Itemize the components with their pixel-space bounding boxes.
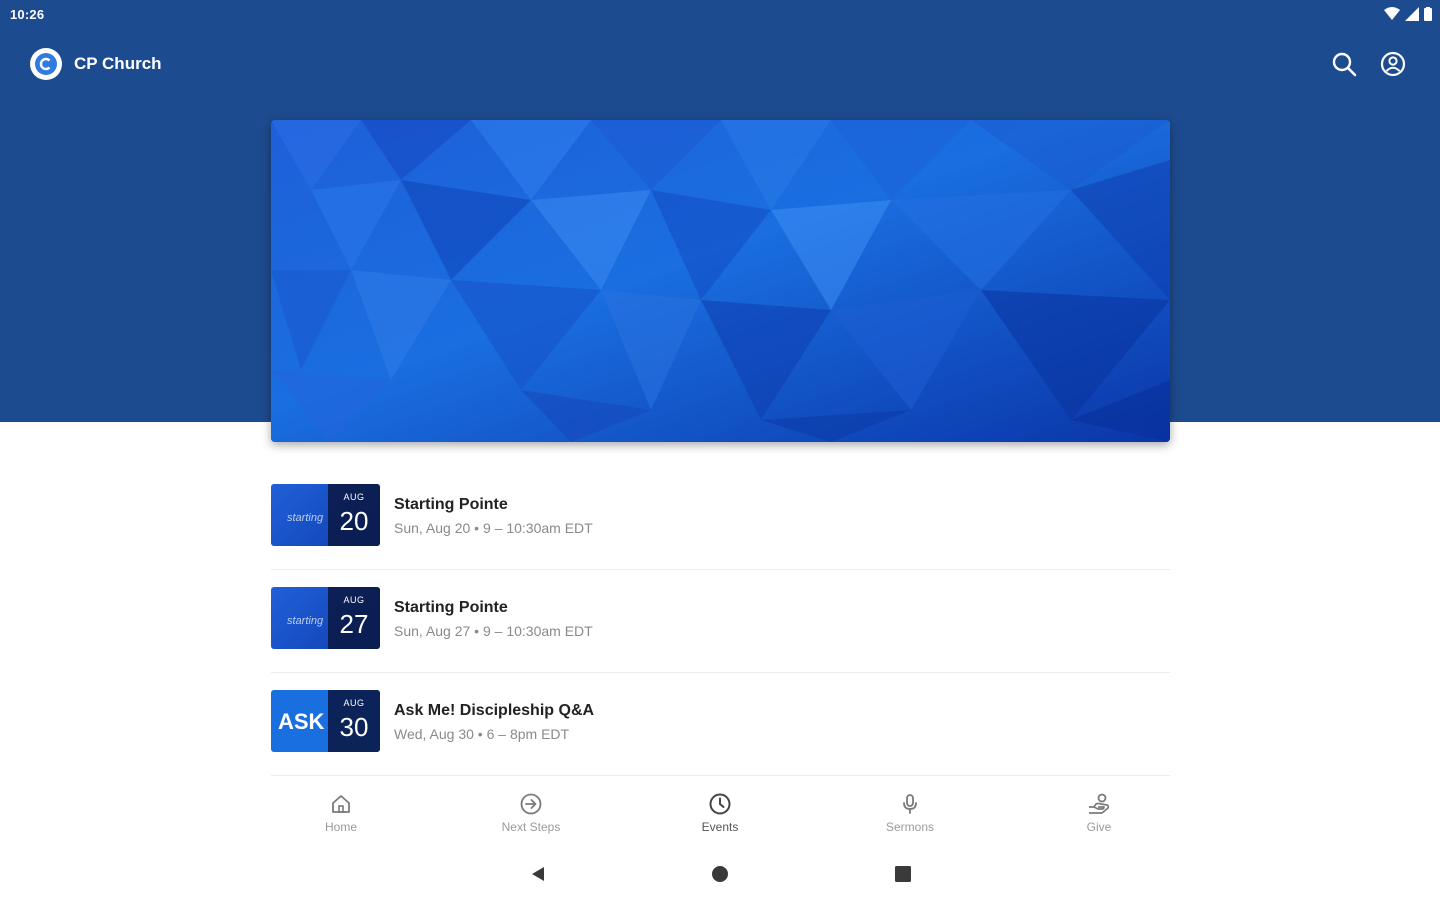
home-circle-icon: [712, 866, 728, 882]
event-row[interactable]: starting AUG 27 Starting Pointe Sun, Aug…: [271, 570, 1170, 673]
thumbnail-month: AUG: [343, 492, 365, 502]
back-triangle-icon: [532, 867, 544, 881]
status-time: 10:26: [10, 7, 45, 22]
nav-give[interactable]: Give: [1054, 792, 1144, 834]
event-datetime: Wed, Aug 30 • 6 – 8pm EDT: [394, 726, 570, 742]
nav-next-steps[interactable]: Next Steps: [486, 792, 576, 834]
thumbnail-word: starting: [287, 512, 324, 524]
nav-home[interactable]: Home: [296, 792, 386, 834]
event-list: starting AUG 20 Starting Pointe Sun, Aug…: [271, 467, 1170, 776]
thumbnail-day: 27: [339, 609, 369, 639]
event-title: Starting Pointe: [394, 496, 508, 513]
nav-sermons[interactable]: Sermons: [865, 792, 955, 834]
nav-label: Home: [324, 820, 357, 834]
event-row[interactable]: ASK AUG 30 Ask Me! Discipleship Q&A Wed,…: [271, 673, 1170, 776]
signal-icon: [1405, 7, 1419, 21]
event-datetime: Sun, Aug 20 • 9 – 10:30am EDT: [394, 520, 593, 536]
system-back-button[interactable]: [526, 862, 550, 886]
hero-banner[interactable]: [271, 120, 1170, 442]
give-hand-icon: [1089, 793, 1110, 814]
wifi-icon: [1384, 7, 1400, 20]
account-button[interactable]: [1378, 49, 1408, 79]
thumbnail-word: starting: [287, 615, 324, 627]
event-title: Ask Me! Discipleship Q&A: [394, 702, 595, 719]
church-logo-badge: [35, 53, 57, 75]
system-home-button[interactable]: [708, 862, 732, 886]
thumbnail-month: AUG: [343, 698, 365, 708]
event-thumbnail: starting AUG 27: [271, 587, 380, 649]
thumbnail-date: AUG 27: [328, 587, 380, 649]
status-bar: 10:26: [0, 0, 1440, 30]
search-icon: [1332, 52, 1357, 77]
thumbnail-date: AUG 20: [328, 484, 380, 546]
thumbnail-word: ASK: [278, 709, 325, 734]
app-bar: CP Church: [0, 40, 1440, 88]
thumbnail-day: 20: [339, 506, 369, 536]
nav-label: Next Steps: [501, 820, 561, 834]
thumbnail-date: AUG 30: [328, 690, 380, 752]
clock-icon: [709, 793, 731, 815]
event-row[interactable]: starting AUG 20 Starting Pointe Sun, Aug…: [271, 467, 1170, 570]
app-title: CP Church: [74, 54, 162, 73]
recents-square-icon: [895, 866, 911, 882]
battery-icon: [1424, 7, 1432, 21]
microphone-icon: [903, 794, 917, 814]
nav-label: Sermons: [885, 820, 935, 834]
logo-c-icon: [39, 57, 51, 71]
church-logo[interactable]: [30, 48, 62, 80]
thumbnail-month: AUG: [343, 595, 365, 605]
status-icons: [1384, 7, 1432, 21]
event-thumbnail: starting AUG 20: [271, 484, 380, 546]
thumbnail-day: 30: [339, 712, 369, 742]
app-screen: 10:26 CP Church starting AUG 20 Starting…: [0, 0, 1440, 900]
event-title: Starting Pointe: [394, 599, 508, 616]
event-datetime: Sun, Aug 27 • 9 – 10:30am EDT: [394, 623, 593, 639]
bottom-navigation: Home Next Steps Events Sermons Give: [245, 792, 1195, 842]
nav-label: Give: [1086, 820, 1112, 834]
nav-label: Events: [701, 820, 739, 834]
search-button[interactable]: [1329, 49, 1359, 79]
home-icon: [332, 795, 350, 813]
account-circle-icon: [1380, 51, 1406, 77]
event-thumbnail: ASK AUG 30: [271, 690, 380, 752]
system-navigation-bar: [0, 858, 1440, 890]
system-recents-button[interactable]: [891, 862, 915, 886]
arrow-circle-icon: [520, 793, 542, 815]
hero-polygon-art: [271, 120, 1170, 442]
nav-events[interactable]: Events: [675, 792, 765, 834]
